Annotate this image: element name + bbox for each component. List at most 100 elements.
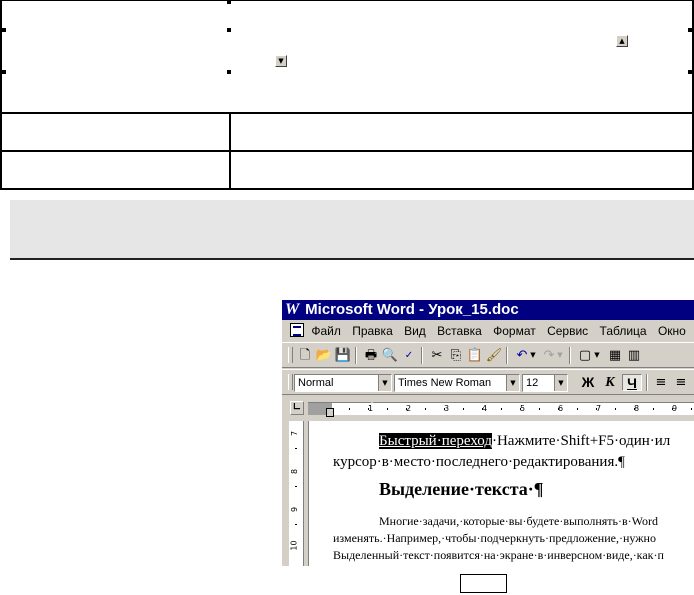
borders-dropdown-icon[interactable]: ▼ [592,347,602,364]
selected-link-text[interactable]: Быстрый·переход [379,433,492,449]
resize-handle[interactable] [227,28,231,32]
new-document-icon[interactable]: 🗋 [296,347,314,364]
copy-icon[interactable]: ⎘ [447,347,465,364]
word-window-screenshot: W Microsoft Word - Урок_15.doc Файл Прав… [282,300,694,566]
vruler-tick [295,486,297,487]
undo-dropdown-icon[interactable]: ▼ [528,347,538,364]
ruler-tick [501,408,502,410]
window-title: Microsoft Word - Урок_15.doc [305,301,519,318]
paste-icon[interactable]: 📋 [466,347,484,364]
section-heading: Выделение·текста·¶ [379,479,544,499]
toolbar-separator [355,347,357,364]
vruler-number: 9 [290,506,300,513]
paragraph-1-line-2: курсор·в·место·последнего·редактирования… [333,454,625,470]
toolbar-separator [506,347,508,364]
standard-toolbar: 🗋 📂 💾 🖶 🔍 ✓ ✂ ⎘ 📋 🖌 ↶ ▼ ↷ ▼ ▢ ▼ ▦ ▥ [282,342,694,368]
format-painter-icon[interactable]: 🖌 [485,347,503,364]
ruler-tick [596,408,597,410]
horizontal-ruler[interactable]: ∟ 1 2 3 4 5 6 7 8 9 [282,397,694,419]
menu-bar: Файл Правка Вид Вставка Формат Сервис Та… [282,321,694,341]
chevron-down-icon[interactable]: ▼ [506,375,519,391]
ruler-tick [653,408,654,410]
print-icon[interactable]: 🖶 [362,347,380,364]
tab-stop-selector[interactable]: ∟ [290,401,304,415]
ruler-tick [558,408,559,410]
open-folder-icon[interactable]: 📂 [315,347,333,364]
title-bar: W Microsoft Word - Урок_15.doc [282,300,694,320]
paragraph-2-line-2: изменять.·Например,·чтобы·подчеркнуть·пр… [333,531,656,545]
ruler-tick [577,408,578,410]
vruler-number: 10 [289,540,299,551]
italic-button[interactable]: К [600,374,620,391]
document-icon[interactable] [290,323,304,337]
formatting-toolbar: Normal ▼ Times New Roman ▼ 12 ▼ Ж К Ч ≡ … [282,369,694,395]
redo-dropdown-icon[interactable]: ▼ [555,347,565,364]
ruler-tick [691,408,692,410]
toolbar-grip[interactable] [288,374,293,390]
table-border-bottom [0,188,694,190]
scroll-up-button[interactable]: ▲ [616,35,628,47]
left-indent-marker[interactable] [326,408,334,417]
resize-handle[interactable] [688,70,692,74]
font-select[interactable]: Times New Roman ▼ [394,374,520,392]
print-preview-icon[interactable]: 🔍 [381,347,399,364]
style-select[interactable]: Normal ▼ [294,374,392,392]
ruler-tick [539,408,540,410]
menu-window[interactable]: Окно [658,324,686,338]
chevron-down-icon[interactable]: ▼ [378,375,391,391]
ruler-tick [634,408,635,410]
menu-tools[interactable]: Сервис [547,324,588,338]
menu-insert[interactable]: Вставка [437,324,482,338]
toolbar-separator [646,374,648,391]
ruler-tick [425,408,426,410]
gray-band [10,200,694,260]
resize-handle[interactable] [688,28,692,32]
resize-handle[interactable] [2,70,6,74]
save-icon[interactable]: 💾 [334,347,352,364]
resize-handle[interactable] [227,0,231,4]
table-icon[interactable]: ▦ [606,347,624,364]
vruler-number: 8 [290,468,300,475]
first-line-indent-marker[interactable] [367,397,377,404]
columns-icon[interactable]: ▥ [625,347,643,364]
font-size-select[interactable]: 12 ▼ [522,374,568,392]
ruler-tick [672,408,673,410]
vertical-ruler: 7 8 9 10 [289,421,304,566]
ruler-tick [444,408,445,410]
toolbar-separator [421,347,423,364]
chevron-down-icon[interactable]: ▼ [554,375,567,391]
font-value: Times New Roman [398,377,492,389]
ruler-tick [463,408,464,410]
spelling-icon[interactable]: ✓ [400,347,418,364]
bold-button[interactable]: Ж [578,374,598,391]
ruler-tick [368,408,369,410]
paragraph-text: ·Нажмите·Shift+F5·один·ил [491,433,671,449]
ruler-tick [482,408,483,410]
ruler-tick [520,408,521,410]
ruler-tick [349,408,350,410]
paragraph-2-line-1: Многие·задачи,·которые·вы·будете·выполня… [379,514,659,528]
menu-view[interactable]: Вид [404,324,426,338]
empty-caption-box [460,574,507,593]
toolbar-separator [569,347,571,364]
toolbar-grip[interactable] [288,347,293,363]
ruler-tick [387,408,388,410]
align-left-icon[interactable]: ≡ [652,374,670,391]
scroll-down-button[interactable]: ▼ [275,55,287,67]
align-center-icon[interactable]: ≡ [672,374,690,391]
menu-format[interactable]: Формат [493,324,536,338]
ruler-tick [615,408,616,410]
menu-edit[interactable]: Правка [352,324,393,338]
table-row-divider [0,112,694,114]
ruler-strip: 1 2 3 4 5 6 7 8 9 [308,402,694,415]
menu-file[interactable]: Файл [311,324,341,338]
resize-handle[interactable] [227,70,231,74]
vruler-number: 7 [290,430,300,437]
menu-table[interactable]: Таблица [600,324,647,338]
ruler-tick [406,408,407,410]
word-logo-icon: W [285,301,300,318]
underline-button[interactable]: Ч [622,374,642,391]
cut-icon[interactable]: ✂ [428,347,446,364]
document-page[interactable]: Быстрый·переход·Нажмите·Shift+F5·один·ил… [308,421,694,566]
resize-handle[interactable] [2,28,6,32]
